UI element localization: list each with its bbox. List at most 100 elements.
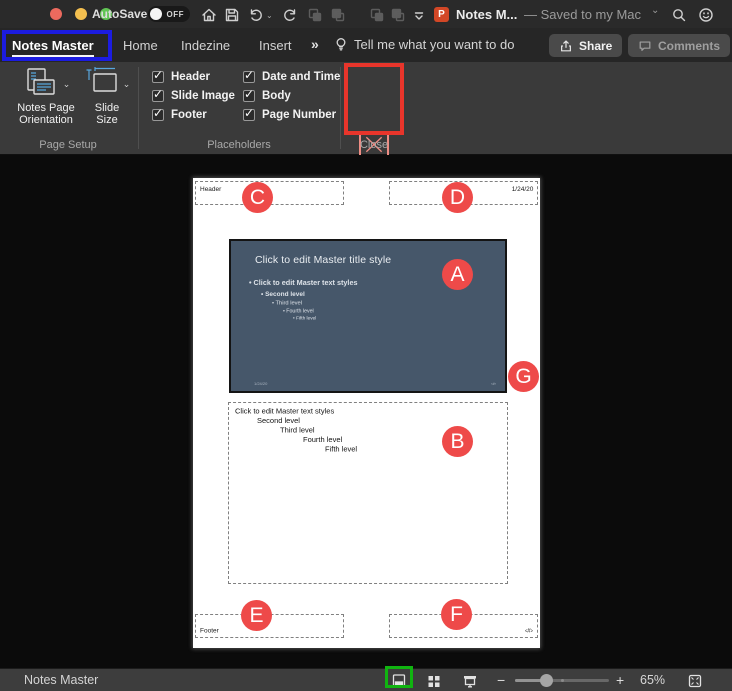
share-icon [559, 39, 573, 53]
ribbon-content: Notes Page Orientation Slide Size Page S… [0, 62, 732, 155]
share-button-label: Share [579, 39, 612, 53]
notes-page-orientation-label: Notes Page Orientation [8, 102, 84, 126]
slide-title-text: Click to edit Master title style [255, 254, 391, 266]
checkbox-page-number[interactable]: Page Number [243, 108, 336, 122]
normal-view-icon[interactable] [390, 672, 407, 689]
notes-page-orientation-button[interactable]: Notes Page Orientation [8, 66, 84, 126]
fit-slide-to-window-icon[interactable] [686, 672, 703, 689]
body-text-level-2: Second level [257, 416, 508, 426]
slide-bullet-list: Click to edit Master text styles Second … [249, 279, 358, 321]
body-text-level-3: Third level [280, 426, 508, 436]
powerpoint-app-icon: P [434, 7, 449, 22]
undo-menu-chevron-icon[interactable] [266, 11, 273, 20]
document-title: Notes M... [456, 7, 517, 22]
format-painter-icon [368, 6, 385, 23]
slide-canvas: Header 1/24/20 Click to edit Master titl… [0, 155, 732, 668]
zoom-percentage[interactable]: 65% [640, 673, 665, 687]
slideshow-view-icon[interactable] [461, 672, 478, 689]
slide-bullet-level-3: Third level [272, 300, 358, 306]
tab-notes-master[interactable]: Notes Master [12, 28, 94, 62]
paste-icon [306, 6, 323, 23]
slide-sorter-view-icon[interactable] [425, 672, 442, 689]
group-label-page-setup: Page Setup [0, 139, 136, 151]
slide-size-button[interactable]: Slide Size [84, 66, 130, 126]
home-icon[interactable] [200, 6, 217, 23]
redo-icon[interactable] [281, 6, 298, 23]
footer-placeholder-text: Footer [200, 627, 219, 635]
body-text-level-5: Fifth level [325, 445, 508, 455]
tab-label: Notes Master [12, 38, 94, 53]
comments-button-label: Comments [658, 39, 720, 53]
autosave-toggle[interactable]: OFF [148, 6, 190, 22]
lightbulb-icon [333, 36, 349, 57]
slide-bullet-level-2: Second level [261, 290, 358, 298]
toolbar-options-chevron-icon[interactable] [410, 6, 427, 23]
tab-label: Home [123, 38, 158, 53]
date-placeholder-text: 1/24/20 [511, 185, 533, 193]
save-icon[interactable] [223, 6, 240, 23]
duplicate-icon [389, 6, 406, 23]
checkmark-icon [244, 106, 254, 120]
comments-button[interactable]: Comments [628, 34, 730, 57]
annotation-circle-c: C [242, 182, 273, 213]
close-window-button[interactable] [50, 8, 62, 20]
zoom-slider-detent [561, 679, 564, 682]
annotation-circle-f: F [441, 599, 472, 630]
checkbox-header[interactable]: Header [152, 70, 210, 84]
undo-icon[interactable] [247, 6, 264, 23]
slide-date-text: 1/24/20 [254, 382, 267, 387]
checkbox-label: Footer [171, 109, 207, 121]
slide-size-icon [84, 66, 131, 102]
notes-page-orientation-icon [22, 66, 71, 102]
header-placeholder-text: Header [200, 185, 221, 193]
title-bar: AutoSave OFF P Notes M... — Saved to my … [0, 0, 732, 28]
annotation-circle-a: A [442, 259, 473, 290]
tab-label: Insert [259, 38, 292, 53]
notes-master-page[interactable]: Header 1/24/20 Click to edit Master titl… [193, 178, 540, 648]
zoom-slider-thumb[interactable] [540, 674, 553, 687]
zoom-in-button[interactable] [616, 672, 624, 688]
slide-number-text: ‹#› [491, 382, 496, 387]
comment-bubble-icon [638, 39, 652, 53]
checkmark-icon [153, 87, 163, 101]
toggle-knob [150, 8, 162, 20]
share-button[interactable]: Share [549, 34, 622, 57]
annotation-circle-b: B [442, 426, 473, 457]
saved-status-chevron-icon[interactable] [651, 5, 659, 16]
tab-home[interactable]: Home [123, 28, 158, 62]
checkbox-label: Slide Image [171, 90, 235, 102]
checkbox-footer[interactable]: Footer [152, 108, 207, 122]
more-tabs-chevron-icon[interactable] [311, 36, 319, 52]
tell-me-input[interactable]: Tell me what you want to do [354, 37, 514, 52]
body-text-level-1: Click to edit Master text styles [235, 407, 508, 417]
tab-insert[interactable]: Insert [259, 28, 292, 62]
annotation-circle-d: D [442, 182, 473, 213]
checkmark-icon [153, 68, 163, 82]
checkbox-label: Page Number [262, 109, 336, 121]
slide-bullet-level-4: Fourth level [283, 308, 358, 314]
zoom-out-button[interactable] [497, 672, 505, 688]
checkmark-icon [244, 68, 254, 82]
checkbox-box [152, 90, 164, 102]
checkbox-box [152, 71, 164, 83]
group-label-placeholders: Placeholders [140, 139, 338, 151]
status-bar: Notes Master 65% [0, 668, 732, 691]
search-icon[interactable] [670, 6, 687, 23]
checkbox-box [152, 109, 164, 121]
minimize-window-button[interactable] [75, 8, 87, 20]
checkbox-body[interactable]: Body [243, 89, 291, 103]
tab-indezine[interactable]: Indezine [181, 28, 230, 62]
checkbox-label: Header [171, 71, 210, 83]
checkbox-date-and-time[interactable]: Date and Time [243, 70, 340, 84]
dropdown-chevron-icon [63, 78, 71, 90]
checkbox-slide-image[interactable]: Slide Image [152, 89, 235, 103]
autosave-state: OFF [167, 10, 185, 19]
body-text-level-4: Fourth level [303, 435, 508, 445]
annotation-circle-g: G [508, 361, 539, 392]
checkbox-box [243, 109, 255, 121]
slide-bullet-level-1: Click to edit Master text styles [249, 279, 358, 287]
saved-status: — Saved to my Mac [524, 7, 641, 22]
autosave-label: AutoSave [92, 7, 147, 21]
ribbon-tab-row: Notes Master Home Indezine Insert Tell m… [0, 28, 732, 62]
feedback-smiley-icon[interactable] [697, 6, 714, 23]
